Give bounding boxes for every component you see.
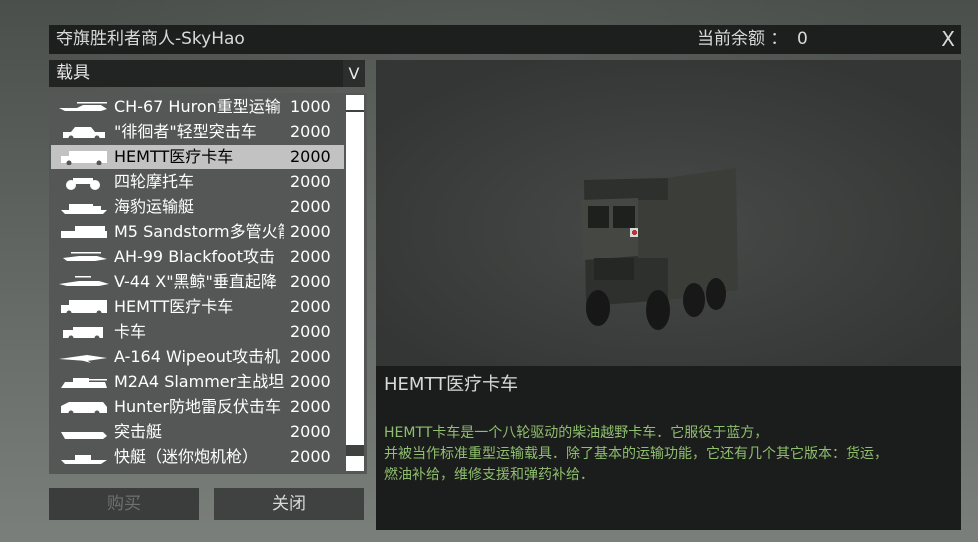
scroll-up-button[interactable]	[346, 95, 364, 110]
vehicle-name: HEMTT医疗卡车	[114, 297, 234, 316]
vehicle-name: 卡车	[114, 322, 147, 341]
chevron-down-icon[interactable]: V	[343, 60, 365, 87]
vehicle-price: 2000	[290, 347, 331, 366]
scroll-down-button[interactable]	[346, 456, 364, 471]
tank-icon	[61, 378, 107, 388]
vehicle-price: 2000	[290, 422, 331, 441]
boat-icon	[61, 204, 107, 214]
vehicle-list-item[interactable]: 四轮摩托车 2000	[51, 170, 344, 194]
speedboat-icon	[61, 455, 107, 464]
vehicle-name: Hunter防地雷反伏击车	[114, 397, 282, 416]
medical-truck-render	[376, 60, 961, 366]
assault-boat-icon	[61, 432, 107, 439]
vehicle-list-item[interactable]: Hunter防地雷反伏击车 2000	[51, 395, 344, 419]
vehicle-description: HEMTT卡车是一个八轮驱动的柴油越野卡车．它服役于蓝方， 并被当作标准重型运输…	[384, 423, 959, 486]
scrollbar[interactable]	[346, 95, 364, 471]
jet-icon	[59, 355, 107, 363]
funds-label: 当前余额 ：	[697, 29, 788, 49]
vehicle-list-item[interactable]: A-164 Wipeout攻击机 2000	[51, 345, 344, 369]
vehicle-price: 2000	[290, 147, 331, 166]
vehicle-name: HEMTT医疗卡车	[114, 147, 234, 166]
title-bar: 夺旗胜利者商人-SkyHao 当前余额 ： 0 X	[49, 25, 961, 54]
description-line: HEMTT卡车是一个八轮驱动的柴油越野卡车．它服役于蓝方，	[384, 425, 769, 441]
vehicle-list-item[interactable]: 卡车 2000	[51, 320, 344, 344]
vehicle-price: 2000	[290, 172, 331, 191]
close-icon[interactable]: X	[941, 25, 955, 54]
medical-truck-icon	[61, 151, 107, 165]
category-dropdown[interactable]: 载具 V	[49, 60, 365, 87]
truck-small-icon	[63, 327, 103, 340]
rocket-artillery-icon	[61, 226, 107, 238]
vehicle-name: CH-67 Huron重型运输	[114, 97, 281, 116]
vehicle-list-item[interactable]: M5 Sandstorm多管火箭 2000	[51, 220, 344, 244]
vehicle-list-item[interactable]: HEMTT医疗卡车 2000	[51, 295, 344, 319]
vehicle-list-item[interactable]: M2A4 Slammer主战坦克 2000	[51, 370, 344, 394]
helicopter-icon	[59, 102, 107, 111]
vehicle-price: 2000	[290, 197, 331, 216]
vehicle-list-item[interactable]: AH-99 Blackfoot攻击 2000	[51, 245, 344, 269]
close-button[interactable]: 关闭	[214, 488, 364, 520]
vehicle-price: 2000	[290, 372, 331, 391]
vehicle-name: AH-99 Blackfoot攻击	[114, 247, 275, 266]
vehicle-name: M2A4 Slammer主战坦克	[114, 372, 284, 391]
scrollbar-thumb[interactable]	[346, 112, 364, 445]
vehicle-name: "徘徊者"轻型突击车	[114, 122, 257, 141]
vehicle-price: 1000	[290, 97, 331, 116]
vehicle-price: 2000	[290, 297, 331, 316]
vehicle-list-item[interactable]: 快艇（迷你炮机枪） 2000	[51, 445, 344, 469]
vehicle-price: 2000	[290, 222, 331, 241]
attack-helicopter-icon	[63, 252, 107, 261]
vehicle-price: 2000	[290, 322, 331, 341]
vehicle-price: 2000	[290, 272, 331, 291]
vehicle-name: M5 Sandstorm多管火箭	[114, 222, 284, 241]
shop-dialog: 夺旗胜利者商人-SkyHao 当前余额 ： 0 X 载具 V CH-67 Hur…	[49, 25, 961, 530]
vehicle-list-item[interactable]: 海豹运输艇 2000	[51, 195, 344, 219]
vehicle-preview	[376, 60, 961, 366]
vehicle-name: 四轮摩托车	[114, 172, 195, 191]
vehicle-name: 突击艇	[114, 422, 163, 441]
dialog-title: 夺旗胜利者商人-SkyHao	[56, 29, 245, 49]
description-line: 燃油补给，维修支援和弹药补给．	[384, 467, 594, 483]
description-line: 并被当作标准重型运输载具．除了基本的运输功能，它还有几个其它版本：货运，	[384, 446, 888, 462]
vehicle-price: 2000	[290, 247, 331, 266]
truck-icon	[61, 300, 107, 315]
vehicle-list-item[interactable]: HEMTT医疗卡车 2000	[51, 145, 344, 169]
vehicle-name: 海豹运输艇	[114, 197, 195, 216]
vehicle-name: V-44 X"黑鲸"垂直起降	[114, 272, 277, 291]
funds-value: 0	[797, 29, 808, 49]
vehicle-price: 2000	[290, 447, 331, 466]
vehicle-list[interactable]: CH-67 Huron重型运输 1000 "徘徊者"轻型突击车 2000 HEMTT医疗…	[49, 93, 367, 474]
quad-bike-icon	[66, 178, 100, 190]
vehicle-detail-title: HEMTT医疗卡车	[384, 374, 519, 395]
vehicle-price: 2000	[290, 397, 331, 416]
mrap-icon	[61, 402, 107, 415]
vehicle-name: 快艇（迷你炮机枪）	[114, 447, 259, 466]
vehicle-price: 2000	[290, 122, 331, 141]
offroad-icon	[63, 127, 105, 140]
category-selected-value: 载具	[56, 63, 90, 83]
vehicle-description-panel: HEMTT医疗卡车 HEMTT卡车是一个八轮驱动的柴油越野卡车．它服役于蓝方， …	[376, 366, 961, 530]
vehicle-list-item[interactable]: 突击艇 2000	[51, 420, 344, 444]
vehicle-name: A-164 Wipeout攻击机	[114, 347, 281, 366]
vtol-icon	[59, 276, 109, 286]
vehicle-list-item[interactable]: "徘徊者"轻型突击车 2000	[51, 120, 344, 144]
vehicle-list-item[interactable]: CH-67 Huron重型运输 1000	[51, 95, 344, 119]
buy-button[interactable]: 购买	[49, 488, 199, 520]
vehicle-list-item[interactable]: V-44 X"黑鲸"垂直起降 2000	[51, 270, 344, 294]
